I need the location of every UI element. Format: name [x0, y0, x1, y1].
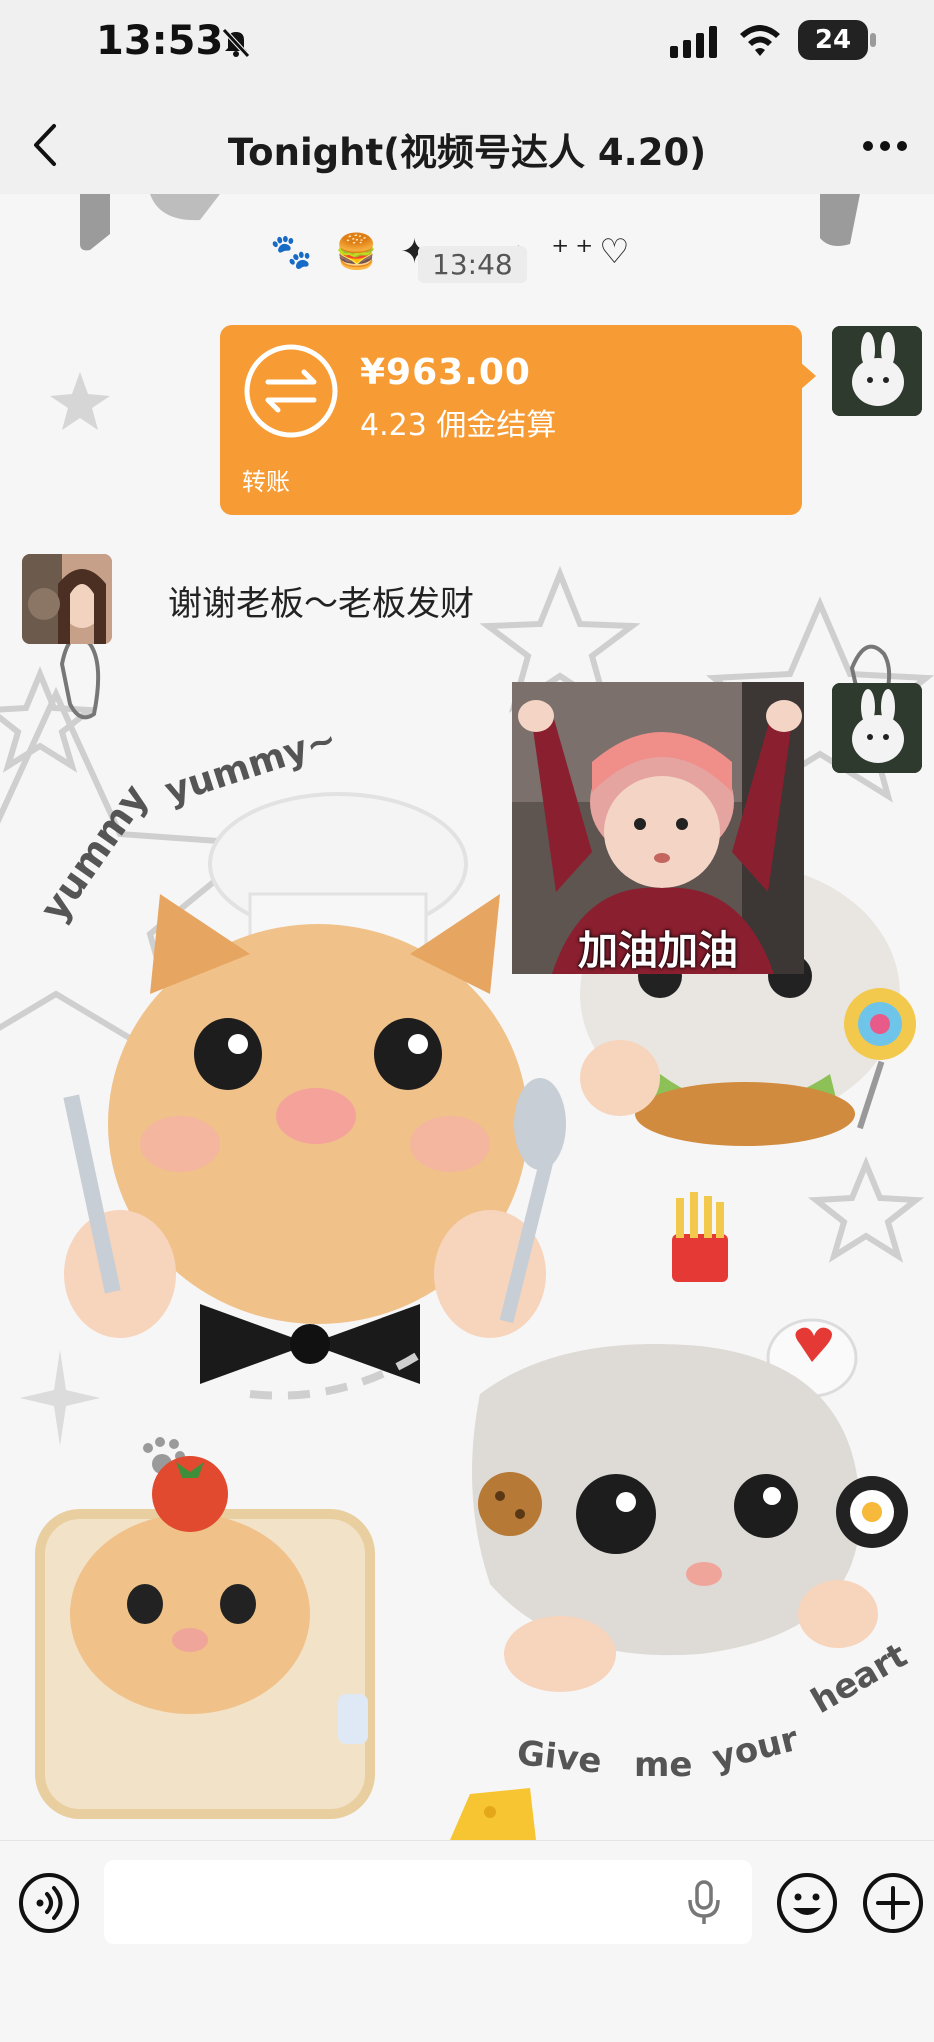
- svg-text:your: your: [709, 1719, 803, 1779]
- avatar[interactable]: [832, 326, 922, 416]
- toast-cat-sticker: [35, 1456, 375, 1819]
- image-caption: 加油加油: [578, 928, 738, 974]
- wifi-icon: [740, 25, 780, 56]
- transfer-memo: 4.23 佣金结算: [360, 408, 557, 443]
- battery-icon: 24: [798, 20, 868, 60]
- battery-tip: [870, 33, 876, 47]
- more-dots-icon[interactable]: [862, 140, 908, 152]
- transfer-label: 转账: [242, 468, 290, 496]
- girl-avatar-image: [22, 554, 112, 644]
- status-time: 13:53: [96, 18, 224, 64]
- emoji-icon[interactable]: [776, 1872, 838, 1934]
- mic-icon[interactable]: [686, 1880, 722, 1926]
- back-arrow-icon[interactable]: [26, 120, 66, 170]
- avatar[interactable]: [22, 554, 112, 644]
- transfer-amount: ¥963.00: [360, 352, 531, 393]
- plus-icon[interactable]: [862, 1872, 924, 1934]
- svg-text:heart: heart: [805, 1636, 914, 1722]
- avatar[interactable]: [832, 683, 922, 773]
- received-message-text[interactable]: 谢谢老板～老板发财: [168, 576, 474, 625]
- chef-cat-sticker: [63, 792, 566, 1384]
- svg-text:me: me: [634, 1745, 693, 1785]
- heart-cat-sticker: [472, 1344, 908, 1692]
- voice-icon[interactable]: [18, 1872, 80, 1934]
- message-input[interactable]: [104, 1860, 752, 1944]
- mute-bell-icon: [222, 28, 250, 58]
- chat-title: Tonight(视频号达人 4.20): [227, 131, 707, 174]
- rabbit-avatar-image: [832, 683, 922, 773]
- signal-icon: [670, 26, 717, 58]
- svg-text:yummy: yummy: [31, 776, 157, 929]
- svg-text:Give: Give: [515, 1733, 604, 1782]
- rabbit-avatar-image: [832, 326, 922, 416]
- transfer-icon: [244, 344, 338, 438]
- transfer-bubble-tail: [800, 362, 816, 390]
- message-timestamp: 13:48: [418, 246, 527, 283]
